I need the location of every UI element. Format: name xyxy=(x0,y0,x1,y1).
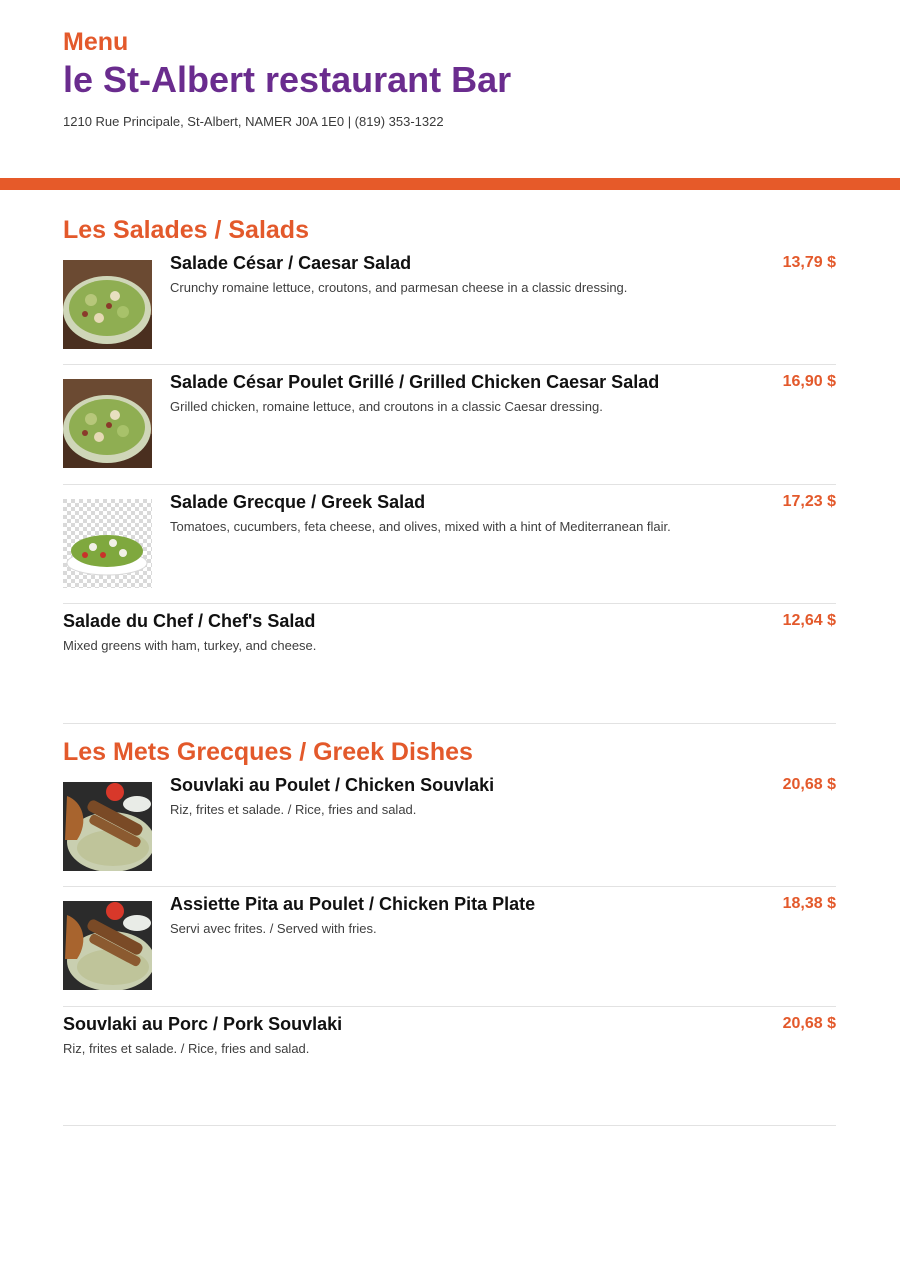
item-divider xyxy=(63,364,836,365)
item-price: 20,68 $ xyxy=(782,776,836,793)
item-name: Salade César / Caesar Salad xyxy=(170,253,412,273)
item-divider xyxy=(63,484,836,485)
item-name: Salade Grecque / Greek Salad xyxy=(170,492,426,512)
item-name: Salade du Chef / Chef's Salad xyxy=(63,611,316,631)
item-description: Riz, frites et salade. / Rice, fries and… xyxy=(63,1041,310,1056)
header-divider-bar xyxy=(0,178,900,190)
caesar-salad-photo xyxy=(63,260,152,349)
menu-page: Menu le St-Albert restaurant Bar 1210 Ru… xyxy=(0,0,900,1273)
section-title-salads: Les Salades / Salads xyxy=(63,216,309,244)
menu-item-caesar-salad: Salade César / Caesar Salad Crunchy roma… xyxy=(63,252,836,352)
item-price: 17,23 $ xyxy=(782,493,836,510)
item-description: Servi avec frites. / Served with fries. xyxy=(170,921,377,936)
item-name: Souvlaki au Porc / Pork Souvlaki xyxy=(63,1014,343,1034)
chicken-souvlaki-photo xyxy=(63,782,152,871)
menu-item-chicken-caesar-salad: Salade César Poulet Grillé / Grilled Chi… xyxy=(63,371,836,471)
item-price: 16,90 $ xyxy=(782,373,836,390)
item-description: Mixed greens with ham, turkey, and chees… xyxy=(63,638,317,653)
menu-item-chicken-pita-plate: Assiette Pita au Poulet / Chicken Pita P… xyxy=(63,893,836,993)
item-divider xyxy=(63,1006,836,1007)
chicken-caesar-salad-photo xyxy=(63,379,152,468)
item-divider xyxy=(63,886,836,887)
restaurant-address: 1210 Rue Principale, St-Albert, NAMER J0… xyxy=(63,114,444,129)
item-price: 20,68 $ xyxy=(782,1015,836,1032)
menu-item-greek-salad: Salade Grecque / Greek Salad Tomatoes, c… xyxy=(63,491,836,591)
item-price: 12,64 $ xyxy=(782,612,836,629)
item-divider xyxy=(63,603,836,604)
item-price: 13,79 $ xyxy=(782,254,836,271)
section-title-greek-dishes: Les Mets Grecques / Greek Dishes xyxy=(63,738,473,766)
menu-label: Menu xyxy=(63,28,129,56)
menu-item-chicken-souvlaki: Souvlaki au Poulet / Chicken Souvlaki Ri… xyxy=(63,774,836,874)
menu-item-chefs-salad: Salade du Chef / Chef's Salad Mixed gree… xyxy=(63,610,836,670)
menu-header: Menu le St-Albert restaurant Bar 1210 Ru… xyxy=(63,28,843,129)
item-description: Crunchy romaine lettuce, croutons, and p… xyxy=(170,280,628,295)
item-description: Tomatoes, cucumbers, feta cheese, and ol… xyxy=(170,519,671,534)
item-description: Grilled chicken, romaine lettuce, and cr… xyxy=(170,399,603,414)
chicken-pita-plate-photo xyxy=(63,901,152,990)
item-name: Assiette Pita au Poulet / Chicken Pita P… xyxy=(170,894,536,914)
section-divider xyxy=(63,723,836,724)
item-description: Riz, frites et salade. / Rice, fries and… xyxy=(170,802,417,817)
item-name: Souvlaki au Poulet / Chicken Souvlaki xyxy=(170,775,495,795)
item-price: 18,38 $ xyxy=(782,895,836,912)
greek-salad-photo xyxy=(63,499,152,588)
restaurant-name: le St-Albert restaurant Bar xyxy=(63,59,512,100)
item-name: Salade César Poulet Grillé / Grilled Chi… xyxy=(170,372,660,392)
section-divider xyxy=(63,1125,836,1126)
menu-item-pork-souvlaki: Souvlaki au Porc / Pork Souvlaki Riz, fr… xyxy=(63,1013,836,1073)
